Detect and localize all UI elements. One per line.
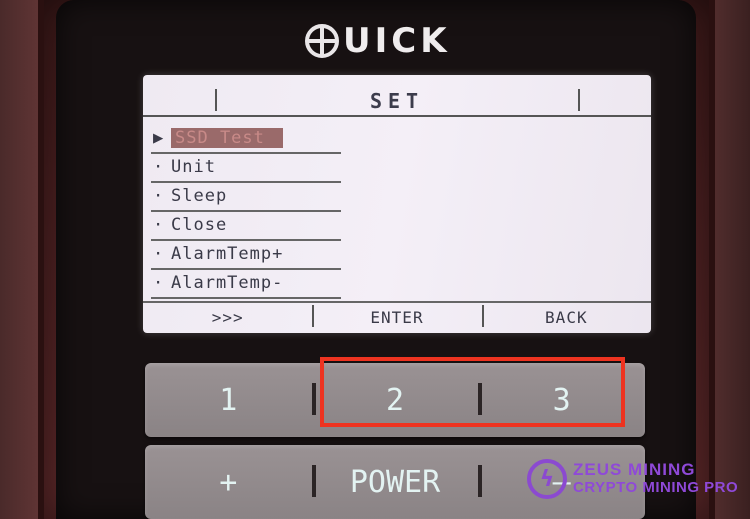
menu-bullet-icon: · — [153, 273, 165, 293]
menu-bullet-icon: · — [153, 244, 165, 264]
menu-item-label: AlarmTemp- — [171, 273, 284, 293]
menu-item-unit[interactable]: · Unit — [151, 154, 341, 183]
softkey-enter[interactable]: ENTER — [312, 303, 481, 333]
screen-header: SET — [143, 89, 651, 117]
menu-item-label: Sleep — [171, 186, 228, 206]
key-power-button[interactable]: POWER — [311, 445, 479, 519]
watermark: ϟ ZEUS MINING CRYPTO MINING PRO — [527, 459, 738, 499]
key-1-button[interactable]: 1 — [145, 363, 312, 437]
highlight-annotation — [320, 357, 625, 427]
menu-item-alarm-temp-minus[interactable]: · AlarmTemp- — [151, 270, 341, 299]
menu-cursor-icon: ▶ — [153, 128, 165, 148]
logo-text: UICK — [343, 21, 451, 61]
softkey-back[interactable]: BACK — [481, 303, 651, 333]
softkey-next[interactable]: >>> — [143, 303, 312, 333]
key-plus-button[interactable]: + — [145, 445, 312, 519]
menu-item-label: Unit — [171, 157, 216, 177]
watermark-line-1: ZEUS MINING — [573, 460, 696, 479]
lcd-screen: SET ▶ SSD Test · Unit · Sleep · Close · … — [143, 75, 651, 333]
menu-item-sleep[interactable]: · Sleep — [151, 183, 341, 212]
menu-bullet-icon: · — [153, 215, 165, 235]
screen-title: SET — [369, 89, 425, 113]
menu-bullet-icon: · — [153, 157, 165, 177]
menu-item-alarm-temp-plus[interactable]: · AlarmTemp+ — [151, 241, 341, 270]
menu-bullet-icon: · — [153, 186, 165, 206]
brand-logo: UICK — [305, 20, 451, 62]
menu-item-label: Close — [171, 215, 228, 235]
watermark-line-2: CRYPTO MINING PRO — [573, 479, 739, 496]
menu-item-label: AlarmTemp+ — [171, 244, 284, 264]
menu-item-label: SSD Test — [171, 128, 283, 148]
lightning-logo-icon: ϟ — [527, 459, 567, 499]
logo-q-icon — [305, 24, 339, 58]
header-divider-right — [578, 89, 580, 111]
settings-menu: ▶ SSD Test · Unit · Sleep · Close · Alar… — [151, 125, 341, 299]
menu-item-ssd-test[interactable]: ▶ SSD Test — [151, 125, 341, 154]
menu-item-close[interactable]: · Close — [151, 212, 341, 241]
softkey-bar: >>> ENTER BACK — [143, 301, 651, 333]
